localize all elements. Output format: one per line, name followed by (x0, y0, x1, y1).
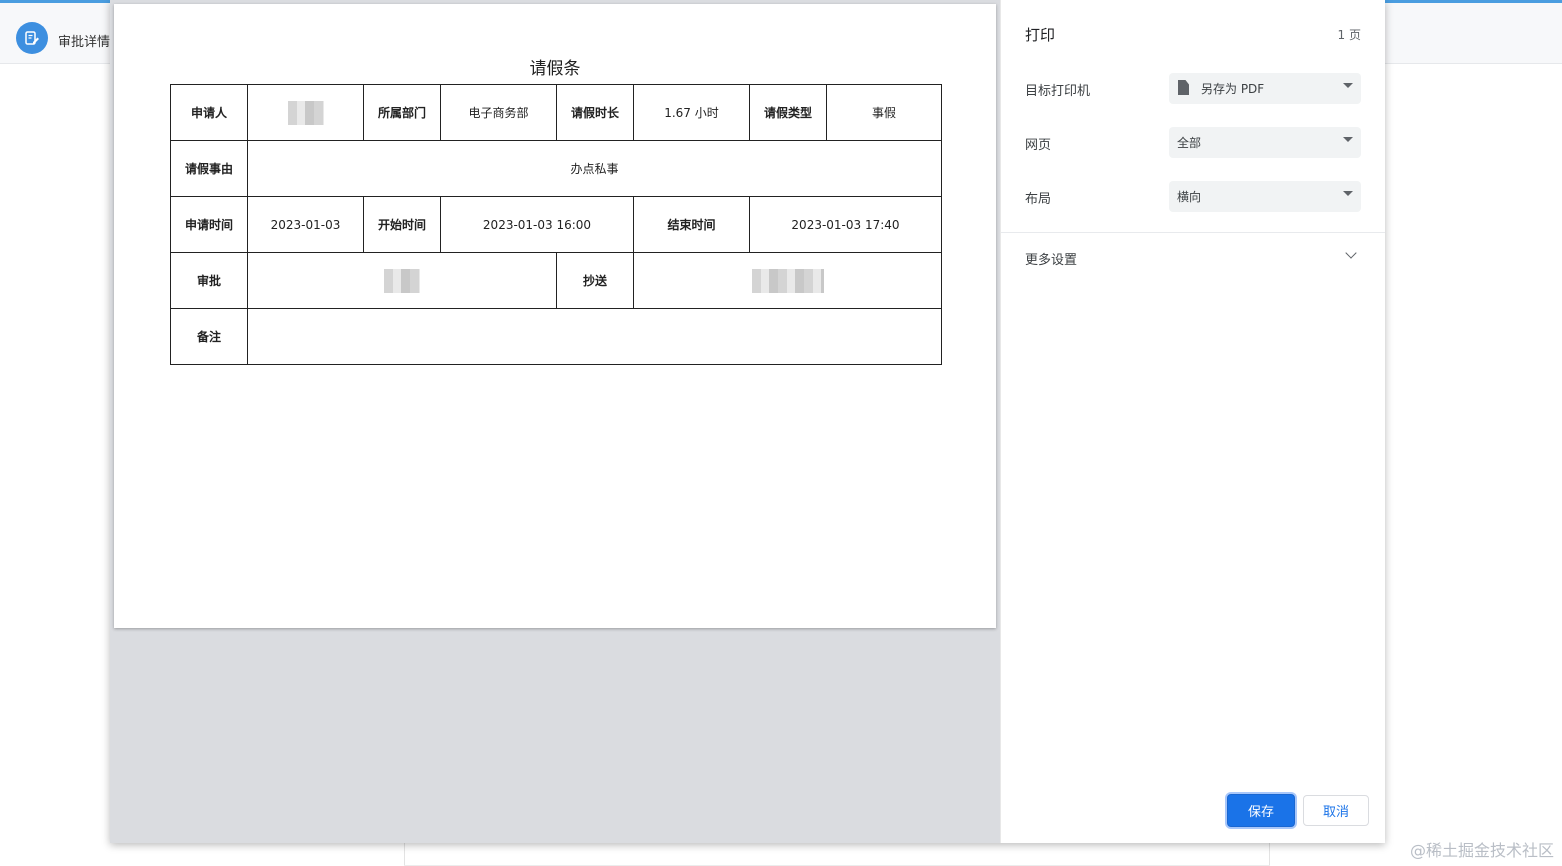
approver-value (247, 252, 557, 309)
cancel-button[interactable]: 取消 (1303, 795, 1369, 826)
duration-label: 请假时长 (556, 84, 634, 141)
print-title: 打印 (1025, 26, 1056, 44)
redacted-name (384, 268, 420, 293)
leave-form-table: 申请人 所属部门 电子商务部 请假时长 1.67 小时 请假类型 事假 请假事由… (170, 84, 942, 365)
start-time-label: 开始时间 (363, 196, 441, 253)
layout-value: 横向 (1177, 190, 1202, 204)
department-label: 所属部门 (363, 84, 441, 141)
department-value: 电子商务部 (440, 84, 557, 141)
layout-label: 布局 (1025, 192, 1052, 207)
chevron-down-icon[interactable] (1345, 247, 1357, 259)
cc-label: 抄送 (556, 252, 634, 309)
remark-value (247, 308, 942, 365)
more-settings-toggle[interactable]: 更多设置 (1025, 249, 1077, 268)
redacted-name (751, 268, 824, 293)
start-time-value: 2023-01-03 16:00 (440, 196, 634, 253)
pages-select[interactable]: 全部 (1169, 127, 1361, 158)
cc-value (633, 252, 942, 309)
edit-document-icon (16, 22, 48, 54)
table-row: 审批 抄送 (170, 252, 942, 309)
save-button[interactable]: 保存 (1227, 794, 1295, 827)
destination-select[interactable]: 另存为 PDF (1169, 73, 1361, 104)
destination-label: 目标打印机 (1025, 84, 1091, 99)
redacted-name (287, 100, 324, 125)
table-row: 申请时间 2023-01-03 开始时间 2023-01-03 16:00 结束… (170, 196, 942, 253)
dropdown-arrow-icon (1343, 191, 1353, 196)
print-preview-area[interactable]: 请假条 申请人 所属部门 电子商务部 请假时长 1.67 小时 请假类型 事假 (110, 0, 1000, 843)
layout-select[interactable]: 横向 (1169, 181, 1361, 212)
print-dialog: 请假条 申请人 所属部门 电子商务部 请假时长 1.67 小时 请假类型 事假 (110, 0, 1385, 843)
watermark: @稀土掘金技术社区 (1409, 841, 1554, 860)
background-divider (404, 843, 405, 866)
dropdown-arrow-icon (1343, 83, 1353, 88)
applicant-value (247, 84, 364, 141)
table-row: 请假事由 办点私事 (170, 140, 942, 197)
table-row: 备注 (170, 308, 942, 365)
pages-label: 网页 (1025, 138, 1052, 153)
approver-label: 审批 (170, 252, 248, 309)
remark-label: 备注 (170, 308, 248, 365)
app-title: 审批详情 (58, 35, 111, 50)
pages-value: 全部 (1177, 136, 1202, 150)
settings-divider (1001, 232, 1385, 233)
table-row: 申请人 所属部门 电子商务部 请假时长 1.67 小时 请假类型 事假 (170, 84, 942, 141)
background-divider (1269, 843, 1270, 866)
page-count: 1 页 (1337, 28, 1361, 42)
apply-time-value: 2023-01-03 (247, 196, 364, 253)
preview-page: 请假条 申请人 所属部门 电子商务部 请假时长 1.67 小时 请假类型 事假 (114, 4, 996, 628)
duration-value: 1.67 小时 (633, 84, 750, 141)
apply-time-label: 申请时间 (170, 196, 248, 253)
document-title: 请假条 (529, 59, 581, 79)
leave-type-label: 请假类型 (749, 84, 827, 141)
destination-value: 另存为 PDF (1201, 82, 1265, 96)
reason-label: 请假事由 (170, 140, 248, 197)
end-time-label: 结束时间 (633, 196, 750, 253)
print-settings-panel: 打印 1 页 目标打印机 另存为 PDF 网页 全部 布局 横向 更多设置 保存… (1000, 0, 1385, 843)
dropdown-arrow-icon (1343, 137, 1353, 142)
pdf-file-icon (1178, 80, 1189, 95)
reason-value: 办点私事 (247, 140, 942, 197)
applicant-label: 申请人 (170, 84, 248, 141)
leave-type-value: 事假 (826, 84, 942, 141)
end-time-value: 2023-01-03 17:40 (749, 196, 942, 253)
